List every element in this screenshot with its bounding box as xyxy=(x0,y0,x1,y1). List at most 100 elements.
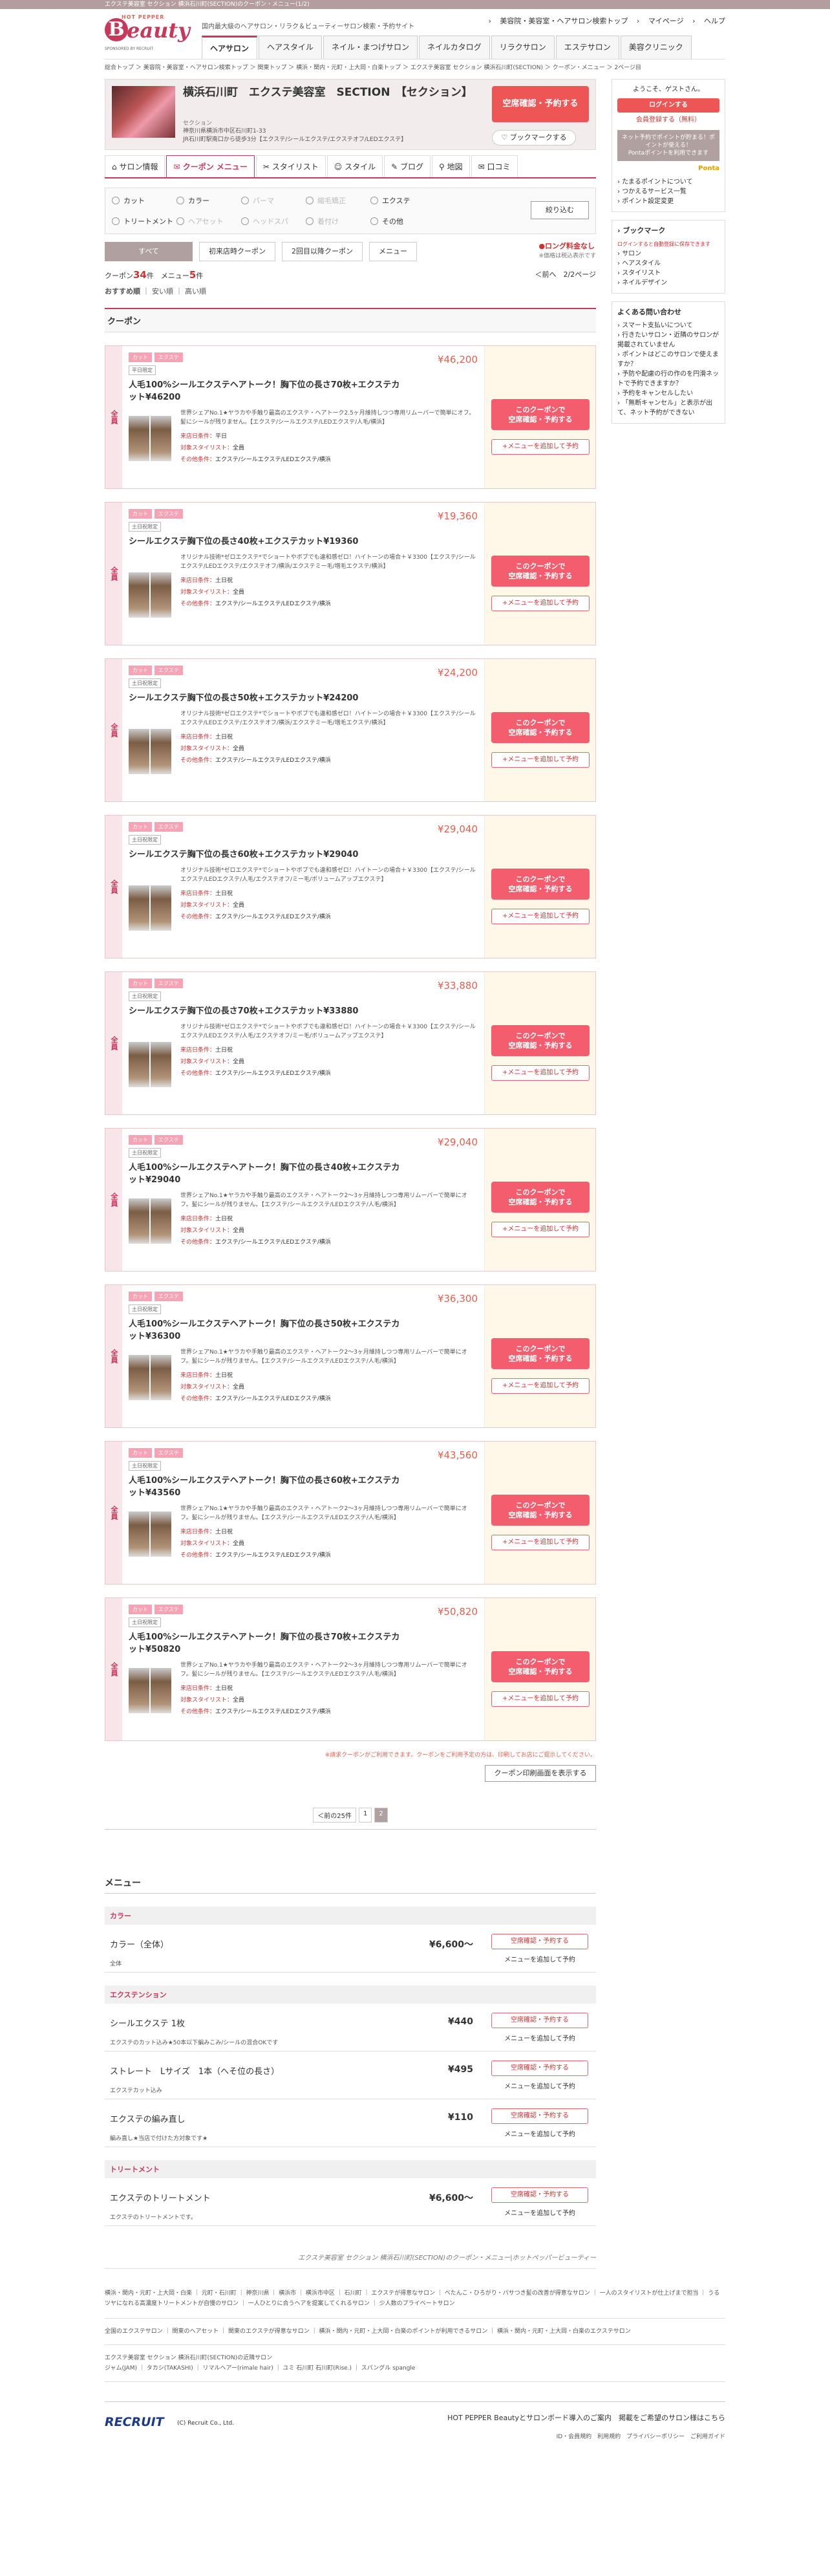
tab-stylist[interactable]: ✂ スタイリスト xyxy=(255,155,326,177)
coupon-price: ¥29,040 xyxy=(437,823,478,835)
sidebar-point-link[interactable]: › ポイント設定変更 xyxy=(617,197,719,206)
footer-category-links[interactable]: 全国のエクステサロン ｜ 関東のヘアセット ｜ 関東のエクステが得意なサロン ｜… xyxy=(105,2319,725,2345)
coupon-add-menu-button[interactable]: +メニューを追加して予約 xyxy=(491,1535,590,1550)
menu-add-button[interactable]: メニューを追加して予約 xyxy=(491,2032,588,2046)
faq-item[interactable]: › ポイントはどこのサロンで使えますか？ xyxy=(617,350,719,369)
sidebar-point-link[interactable]: › つかえるサービス一覧 xyxy=(617,187,719,197)
reserve-button[interactable]: 空席確認・予約する xyxy=(492,86,589,122)
breadcrumb[interactable]: 総合トップ ＞ 美容院・美容室・ヘアサロン検索トップ ＞ 関東トップ ＞ 横浜・… xyxy=(105,60,725,79)
coupon-reserve-button[interactable]: このクーポンで 空席確認・予約する xyxy=(491,556,590,587)
menu-add-button[interactable]: メニューを追加して予約 xyxy=(491,2080,588,2094)
coupon-title: 人毛100%シールエクステヘアトーク！胸下位の長さ60枚+エクステカット¥435… xyxy=(129,1476,400,1498)
filter-other[interactable]: その他 xyxy=(370,214,435,228)
tab-repeat-visit[interactable]: 2回目以降クーポン xyxy=(282,242,363,261)
bookmark-note: ログインすると自動登録に保存できます xyxy=(617,241,710,247)
tab-style[interactable]: ☺ スタイル xyxy=(326,155,383,177)
header-link-search-top[interactable]: › 美容院・美容室・ヘアサロン検索トップ xyxy=(489,17,628,25)
coupon-body: カット エクステ 土日祝限定 ¥36,300 人毛100%シールエクステヘアトーク… xyxy=(122,1285,484,1427)
tab-menu[interactable]: メニュー xyxy=(369,242,417,261)
coupon-badge: エクステ xyxy=(154,822,183,832)
coupon-add-menu-button[interactable]: +メニューを追加して予約 xyxy=(491,439,590,455)
gnav-beauty-clinic[interactable]: 美容クリニック xyxy=(620,36,692,59)
bookmark-button[interactable]: ♡ ブックマークする xyxy=(492,130,576,146)
filter-color[interactable]: カラー xyxy=(176,193,241,208)
header-link-mypage[interactable]: › マイページ xyxy=(637,17,684,25)
faq-item[interactable]: › 「無断キャンセル」と表示が出て、ネット予約ができない xyxy=(617,398,719,418)
coupon-add-menu-button[interactable]: +メニューを追加して予約 xyxy=(491,752,590,768)
menu-add-button[interactable]: メニューを追加して予約 xyxy=(491,2207,588,2221)
coupon-reserve-button[interactable]: このクーポンで 空席確認・予約する xyxy=(491,869,590,900)
recruit-logo[interactable]: RECRUIT xyxy=(105,2415,164,2429)
tab-coupon-menu[interactable]: ✉ クーポン メニュー xyxy=(166,155,255,177)
faq-item[interactable]: › スマート支払いについて xyxy=(617,321,719,330)
shop-address-block: 神奈川県横浜市中区石川町1-33 JR石川町駅南口から徒歩3分【エクステ/シール… xyxy=(183,127,407,144)
point-banner[interactable]: ネット予約でポイントが貯まる！ポイントが使える！ Pontaポイントを利用できます xyxy=(617,130,719,161)
menu-reserve-button[interactable]: 空席確認・予約する xyxy=(491,2187,588,2203)
gnav-relax-salon[interactable]: リラクサロン xyxy=(491,36,555,59)
coupon-reserve-button[interactable]: このクーポンで 空席確認・予約する xyxy=(491,1495,590,1526)
menu-reserve-button[interactable]: 空席確認・予約する xyxy=(491,2061,588,2076)
coupon-add-menu-button[interactable]: +メニューを追加して予約 xyxy=(491,909,590,924)
sort-expensive[interactable]: 高い順 xyxy=(185,287,206,296)
tab-reviews[interactable]: ✉ 口コミ xyxy=(471,155,518,177)
print-coupon-button[interactable]: クーポン印刷画面を表示する xyxy=(485,1765,596,1782)
footer-salonboard-links[interactable]: HOT PEPPER Beautyとサロンボード導入のご案内 掲載をご希望のサロ… xyxy=(447,2412,725,2423)
coupon-actions: このクーポンで 空席確認・予約する +メニューを追加して予約 xyxy=(484,1285,595,1427)
coupon-add-menu-button[interactable]: +メニューを追加して予約 xyxy=(491,1222,590,1237)
register-link[interactable]: 会員登録する（無料） xyxy=(617,115,719,125)
filter-extension[interactable]: エクステ xyxy=(370,193,435,208)
tab-blog[interactable]: ✎ ブログ xyxy=(384,155,431,177)
pager-page-1[interactable]: 1 xyxy=(358,1808,372,1823)
sort-recommended[interactable]: おすすめ順 xyxy=(105,287,140,296)
faq-item[interactable]: › 予防や配慮の行の作のを円滑ネットで予約できますか？ xyxy=(617,369,719,389)
gnav-nail-catalog[interactable]: ネイルカタログ xyxy=(419,36,490,59)
menu-reserve-button[interactable]: 空席確認・予約する xyxy=(491,2013,588,2028)
tab-all[interactable]: すべて xyxy=(105,242,193,261)
narrow-button[interactable]: 絞り込む xyxy=(531,201,589,219)
bookmark-item[interactable]: › サロン xyxy=(617,249,719,259)
footer-policy-links[interactable]: ID・会員規約 利用規約 プライバシーポリシー ご利用ガイド xyxy=(557,2432,725,2440)
coupon-reserve-button[interactable]: このクーポンで 空席確認・予約する xyxy=(491,1338,590,1369)
tab-salon-info[interactable]: ⌂ サロン情報 xyxy=(105,155,165,177)
footer-nearby-links[interactable]: エクステ美容室 セクション 横浜石川町(SECTION)の近隣サロン ジャム(J… xyxy=(105,2345,725,2382)
footer-area-links[interactable]: 横浜・関内・元町・上大岡・白楽 ｜ 元町・石川町 ｜ 神奈川県 ｜ 横浜市 ｜ … xyxy=(105,2269,725,2319)
gnav-esthe-salon[interactable]: エステサロン xyxy=(555,36,619,59)
tab-map[interactable]: ⚲ 地図 xyxy=(432,155,470,177)
gnav-hairstyle[interactable]: ヘアスタイル xyxy=(259,36,323,59)
menu-add-button[interactable]: メニューを追加して予約 xyxy=(491,2128,588,2142)
tab-first-visit[interactable]: 初来店時クーポン xyxy=(199,242,275,261)
bookmark-item[interactable]: › スタイリスト xyxy=(617,268,719,278)
menu-reserve-button[interactable]: 空席確認・予約する xyxy=(491,2108,588,2124)
coupon-reserve-button[interactable]: このクーポンで 空席確認・予約する xyxy=(491,1182,590,1213)
gnav-nail-salon[interactable]: ネイル・まつげサロン xyxy=(323,36,418,59)
sort-cheap[interactable]: 安い順 xyxy=(152,287,173,296)
menu-add-button[interactable]: メニューを追加して予約 xyxy=(491,1953,588,1967)
coupon-add-menu-button[interactable]: +メニューを追加して予約 xyxy=(491,1378,590,1394)
gnav-hair-salon[interactable]: ヘアサロン xyxy=(202,36,258,59)
coupon-target: 全員 xyxy=(105,1285,122,1427)
scissors-icon: ✂ xyxy=(262,162,272,171)
coupon-add-menu-button[interactable]: +メニューを追加して予約 xyxy=(491,1065,590,1081)
coupon-add-menu-button[interactable]: +メニューを追加して予約 xyxy=(491,1691,590,1707)
coupon-actions: このクーポンで 空席確認・予約する +メニューを追加して予約 xyxy=(484,816,595,958)
sidebar-point-link[interactable]: › たまるポイントについて xyxy=(617,177,719,187)
bookmark-item[interactable]: › ネイルデザイン xyxy=(617,278,719,288)
coupon-card: 全員 カット エクステ 土日祝限定 ¥29,040 人毛100%シールエクステヘア… xyxy=(105,1128,596,1272)
filter-treatment[interactable]: トリートメント xyxy=(112,214,176,228)
filter-cut[interactable]: カット xyxy=(112,193,176,208)
header-link-help[interactable]: › ヘルプ xyxy=(692,17,725,25)
coupon-reserve-button[interactable]: このクーポンで 空席確認・予約する xyxy=(491,712,590,743)
bookmark-item[interactable]: › ヘアスタイル xyxy=(617,259,719,268)
coupon-add-menu-button[interactable]: +メニューを追加して予約 xyxy=(491,596,590,611)
faq-item[interactable]: › 行きたいサロン・近隣のサロンが掲載されていません xyxy=(617,330,719,350)
coupon-reserve-button[interactable]: このクーポンで 空席確認・予約する xyxy=(491,1025,590,1056)
faq-item[interactable]: › 予約をキャンセルしたい xyxy=(617,389,719,398)
prev-page-link[interactable]: ＜前へ xyxy=(535,270,557,279)
menu-reserve-button[interactable]: 空席確認・予約する xyxy=(491,1934,588,1949)
coupon-reserve-button[interactable]: このクーポンで 空席確認・予約する xyxy=(491,399,590,430)
pager-prev[interactable]: ＜前の25件 xyxy=(313,1808,356,1823)
hotpepper-beauty-logo[interactable]: HOT PEPPER B eauty SPONSORED BY RECRUIT xyxy=(105,14,190,53)
coupon-reserve-button[interactable]: このクーポンで 空席確認・予約する xyxy=(491,1651,590,1682)
login-button[interactable]: ログインする xyxy=(617,98,719,113)
coupon-title: 人毛100%シールエクステヘアトーク！胸下位の長さ70枚+エクステカット¥508… xyxy=(129,1632,400,1654)
